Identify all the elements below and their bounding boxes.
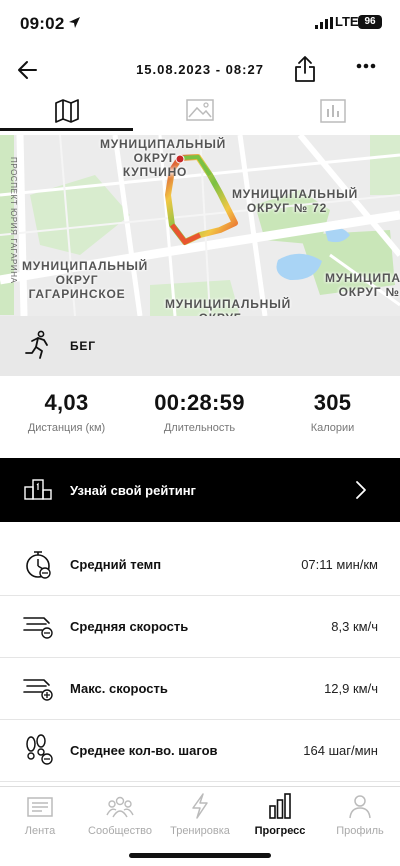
more-options-icon[interactable] <box>352 56 380 76</box>
activity-type-bar: БЕГ <box>0 316 400 376</box>
network-type: LTE <box>335 14 359 29</box>
nav-label: Тренировка <box>170 825 230 837</box>
stat-calories: 305 Калории <box>266 390 399 434</box>
metric-value: 07:11 мин/км <box>301 557 378 572</box>
stat-label: Длительность <box>163 422 236 434</box>
tab-charts[interactable] <box>266 94 399 134</box>
metric-row-avg-pace: Средний темп 07:11 мин/км <box>0 534 400 596</box>
route-map[interactable]: МУНИЦИПАЛЬНЫЙ ОКРУГ КУПЧИНО МУНИЦИПАЛЬНЫ… <box>0 135 400 316</box>
nav-item-feed[interactable]: Лента <box>0 791 80 837</box>
active-tab-indicator <box>0 128 133 131</box>
nav-item-profile[interactable]: Профиль <box>320 791 400 837</box>
nav-bar: 15.08.2023 - 08:27 <box>0 46 400 92</box>
stat-label: Калории <box>310 422 355 434</box>
cellular-signal-icon <box>315 17 333 29</box>
stopwatch-icon <box>26 551 51 579</box>
speed-plus-icon <box>23 679 53 701</box>
feed-icon <box>27 797 53 817</box>
photo-icon <box>185 99 214 121</box>
nav-item-community[interactable]: Сообщество <box>80 791 160 837</box>
rating-banner[interactable]: Узнай свой рейтинг <box>0 458 400 522</box>
map-street-label: ПРОСПЕКТ ЮРИЯ ГАГАРИНА <box>9 157 18 284</box>
profile-icon <box>349 795 371 819</box>
workout-datetime: 15.08.2023 - 08:27 <box>136 62 264 77</box>
bottom-nav: Лента Сообщество Тренировка Прогресс Про… <box>0 786 400 844</box>
status-time: 09:02 <box>20 14 65 33</box>
metric-label: Макс. скорость <box>70 681 168 696</box>
progress-bars-icon <box>269 793 291 819</box>
map-label-south: МУНИЦИПАЛЬНЫЙ ОКРУГ <box>165 297 292 316</box>
nav-label: Профиль <box>336 825 384 837</box>
nav-label: Прогресс <box>254 825 306 837</box>
stat-value: 4,03 <box>44 390 89 415</box>
nav-label: Лента <box>24 825 56 837</box>
metric-value: 12,9 км/ч <box>324 681 378 696</box>
lightning-icon <box>192 793 208 819</box>
home-indicator[interactable] <box>129 853 271 858</box>
podium-icon <box>24 479 52 500</box>
map-label-gagarinskoe: МУНИЦИПАЛЬНЫЙ ОКРУГ ГАГАРИНСКОЕ <box>22 259 149 301</box>
map-label-kupchino: МУНИЦИПАЛЬНЫЙ ОКРУГ КУПЧИНО <box>100 137 227 179</box>
stat-duration: 00:28:59 Длительность <box>133 390 266 434</box>
nav-item-progress[interactable]: Прогресс <box>240 791 320 837</box>
battery-icon: 96 <box>358 15 382 29</box>
share-icon[interactable] <box>292 54 318 84</box>
location-arrow-icon <box>69 17 80 28</box>
community-icon <box>106 796 134 818</box>
metric-row-max-speed: Макс. скорость 12,9 км/ч <box>0 658 400 720</box>
metric-row-avg-speed: Средняя скорость 8,3 км/ч <box>0 596 400 658</box>
metric-label: Средняя скорость <box>70 619 189 634</box>
metric-row-avg-steps: Среднее кол-во. шагов 164 шаг/мин <box>0 720 400 782</box>
nav-label: Сообщество <box>88 825 152 837</box>
metric-value: 164 шаг/мин <box>303 743 378 758</box>
metric-value: 8,3 км/ч <box>331 619 378 634</box>
chart-icon <box>319 99 346 123</box>
tab-photos[interactable] <box>133 94 266 134</box>
metric-label: Среднее кол-во. шагов <box>70 743 218 758</box>
speed-minus-icon <box>23 617 53 639</box>
rating-label: Узнай свой рейтинг <box>70 483 196 498</box>
activity-type-label: БЕГ <box>70 339 96 353</box>
map-label-east: МУНИЦИПАЛЬНЫЙ ОКРУГ № 7 <box>325 271 400 299</box>
footsteps-icon <box>26 734 53 765</box>
summary-stats: 4,03 Дистанция (км) 00:28:59 Длительност… <box>0 390 400 450</box>
stat-label: Дистанция (км) <box>27 422 106 434</box>
stat-value: 00:28:59 <box>154 390 245 415</box>
metric-label: Средний темп <box>70 557 162 572</box>
status-bar: 09:02 LTE 96 <box>0 0 400 46</box>
map-label-okrug-72: МУНИЦИПАЛЬНЫЙ ОКРУГ № 72 <box>232 187 359 215</box>
map-icon <box>54 99 79 123</box>
view-tabs <box>0 94 400 134</box>
stat-value: 305 <box>313 390 352 415</box>
nav-item-workout[interactable]: Тренировка <box>160 791 240 837</box>
stat-distance: 4,03 Дистанция (км) <box>0 390 133 434</box>
running-person-icon <box>25 330 48 359</box>
chevron-right-icon <box>356 481 366 499</box>
